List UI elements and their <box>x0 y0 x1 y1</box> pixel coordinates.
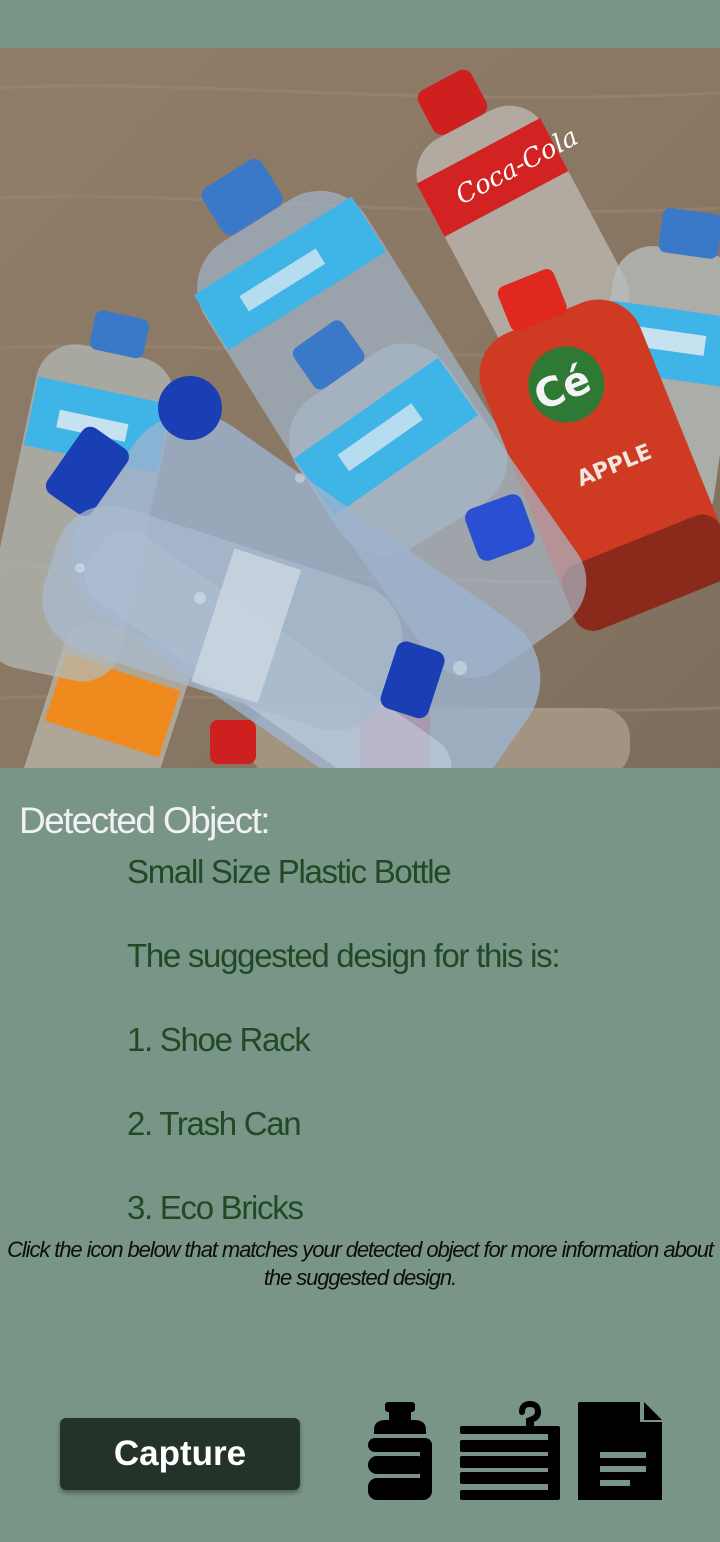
capture-button[interactable]: Capture <box>60 1418 300 1490</box>
suggestion-item: 2. Trash Can <box>127 1105 302 1142</box>
detected-object-heading: Detected Object: <box>19 800 271 841</box>
suggestion-intro: The suggested design for this is: <box>127 937 561 974</box>
water-jug-icon[interactable] <box>366 1400 434 1502</box>
suggestion-item: 3. Eco Bricks <box>127 1189 304 1226</box>
captured-photo: Coca-Cola Cé APPLE <box>0 48 720 768</box>
document-icon[interactable] <box>578 1400 662 1502</box>
suggestion-item: 1. Shoe Rack <box>127 1021 311 1058</box>
plastic-bottles-image: Coca-Cola Cé APPLE <box>0 48 720 768</box>
instruction-text: Click the icon below that matches your d… <box>7 1237 714 1290</box>
clothes-rack-icon[interactable] <box>460 1400 560 1502</box>
object-name: Small Size Plastic Bottle <box>127 853 452 890</box>
